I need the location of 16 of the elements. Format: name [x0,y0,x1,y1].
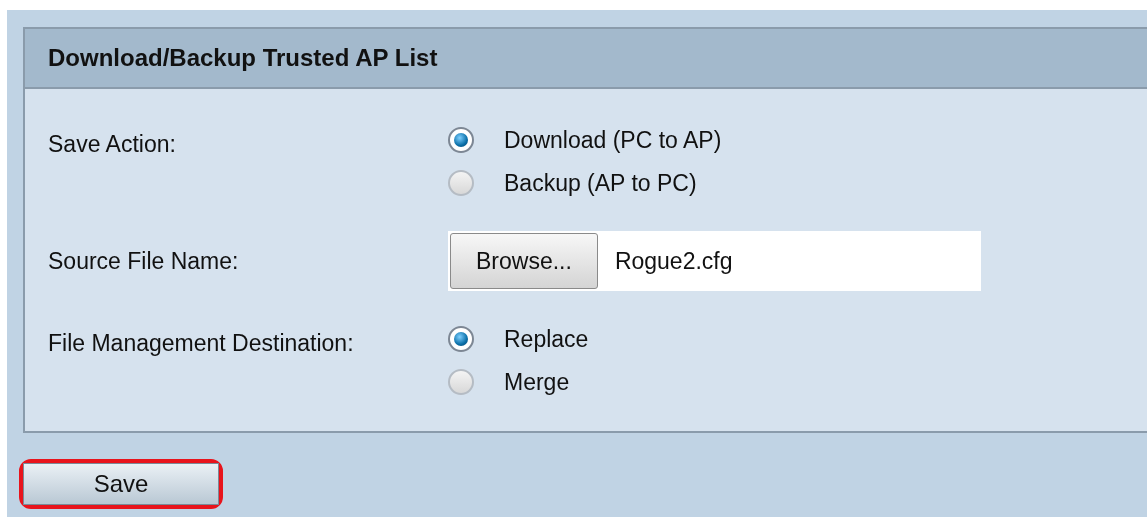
file-input[interactable]: Browse... Rogue2.cfg [448,231,981,291]
radio-button[interactable] [448,170,474,196]
radio-label: Backup (AP to PC) [504,168,697,198]
radio-label: Merge [504,367,570,397]
radio-label: Replace [504,324,589,354]
field-label: Save Action: [48,130,177,159]
radio-label: Download (PC to AP) [504,125,722,155]
radio-button[interactable] [448,127,474,153]
field-label: File Management Destination: [48,329,355,358]
save-button[interactable]: Save [19,459,223,509]
browse-button[interactable]: Browse... [450,233,598,289]
file-name: Rogue2.cfg [614,246,733,276]
radio-button[interactable] [448,326,474,352]
panel-title: Download/Backup Trusted AP List [48,43,438,73]
radio-button[interactable] [448,369,474,395]
field-label: Source File Name: [48,247,240,277]
